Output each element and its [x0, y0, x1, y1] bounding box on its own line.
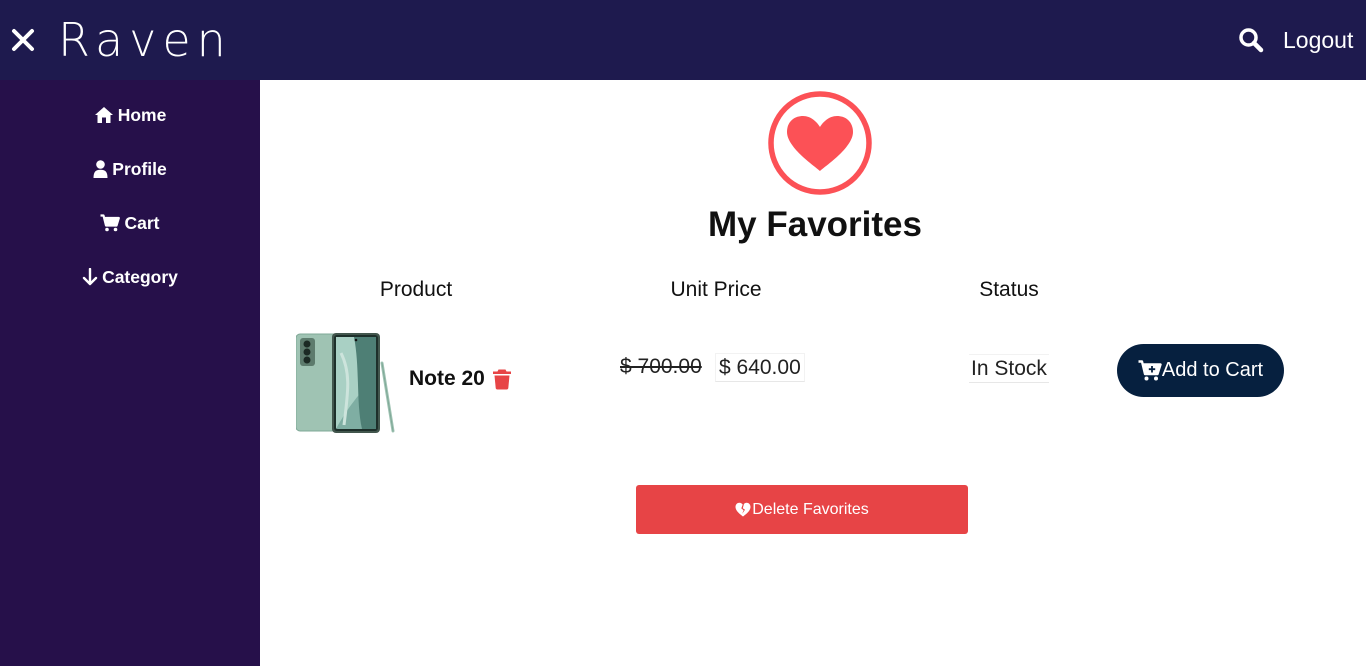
sidebar-item-label: Cart	[124, 212, 160, 233]
delete-favorites-label: Delete Favorites	[752, 500, 869, 518]
cart-plus-icon	[1138, 359, 1162, 380]
product-image[interactable]	[295, 333, 398, 433]
sidebar-item-label: Profile	[112, 158, 167, 179]
heart-broken-icon	[735, 502, 751, 517]
add-to-cart-button[interactable]: Add to Cart	[1117, 344, 1284, 397]
top-navbar: Raven Logout	[0, 0, 1366, 80]
sidebar-item-profile[interactable]: Profile	[0, 154, 260, 184]
product-name[interactable]: Note 20	[409, 365, 485, 393]
sidebar: Home Profile Cart Category	[0, 80, 260, 666]
column-header-product: Product	[379, 278, 453, 301]
sidebar-item-cart[interactable]: Cart	[0, 208, 260, 238]
trash-icon[interactable]	[492, 368, 512, 390]
arrow-down-icon	[82, 268, 98, 286]
stock-status: In Stock	[969, 354, 1049, 383]
cart-icon	[100, 214, 121, 232]
delete-favorites-button[interactable]: Delete Favorites	[636, 485, 968, 534]
sale-price: $ 640.00	[715, 353, 805, 382]
user-icon	[93, 160, 108, 178]
sidebar-item-category[interactable]: Category	[0, 262, 260, 292]
logout-link[interactable]: Logout	[1283, 26, 1353, 54]
brand-logo[interactable]: Raven	[58, 10, 232, 70]
home-icon	[94, 107, 113, 123]
column-header-unit-price: Unit Price	[670, 278, 762, 301]
sidebar-item-label: Category	[102, 266, 178, 287]
column-header-status: Status	[979, 278, 1039, 301]
close-icon[interactable]	[9, 26, 37, 54]
add-to-cart-label: Add to Cart	[1161, 359, 1264, 381]
heart-icon	[767, 90, 873, 196]
page-title: My Favorites	[708, 205, 922, 244]
sidebar-item-home[interactable]: Home	[0, 100, 260, 130]
search-icon[interactable]	[1238, 27, 1264, 53]
original-price: $ 700.00	[620, 355, 702, 378]
sidebar-item-label: Home	[117, 104, 167, 125]
